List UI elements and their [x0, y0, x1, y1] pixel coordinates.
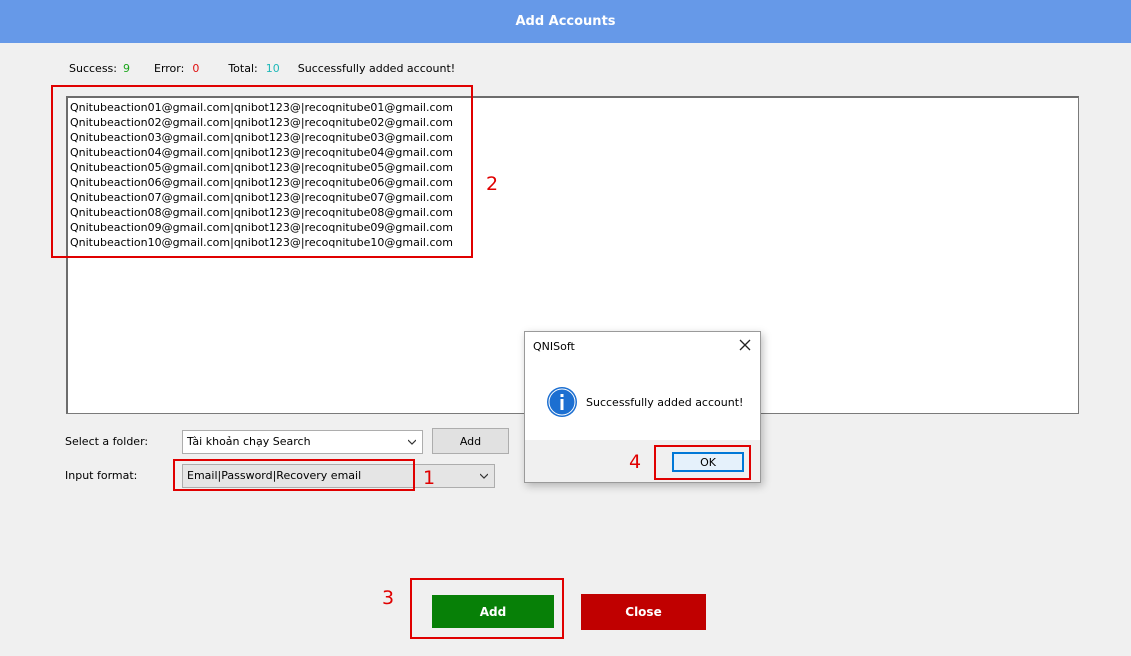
chevron-down-icon	[408, 439, 416, 445]
success-count: 9	[123, 62, 130, 75]
annotation-box-3	[410, 578, 564, 639]
format-label: Input format:	[65, 469, 138, 482]
total-label: Total:	[228, 62, 258, 75]
window-title: Add Accounts	[515, 14, 616, 29]
annotation-box-2	[51, 85, 473, 258]
annotation-box-1	[173, 459, 415, 491]
success-label: Success:	[69, 62, 117, 75]
chevron-down-icon	[480, 473, 488, 479]
annotation-number-2: 2	[486, 173, 499, 195]
total-count: 10	[265, 62, 280, 75]
folder-select[interactable]: Tài khoản chạy Search	[182, 430, 423, 454]
error-label: Error:	[154, 62, 185, 75]
dialog-message: Successfully added account!	[586, 396, 744, 409]
annotation-number-1: 1	[423, 467, 436, 489]
folder-select-value: Tài khoản chạy Search	[187, 435, 311, 448]
status-message: Successfully added account!	[297, 62, 456, 75]
add-folder-button[interactable]: Add	[432, 428, 509, 454]
error-count: 0	[192, 62, 200, 75]
close-icon[interactable]	[738, 338, 752, 352]
dialog-title: QNISoft	[533, 340, 575, 353]
annotation-number-4: 4	[629, 451, 642, 473]
add-folder-button-label: Add	[459, 434, 482, 448]
close-button[interactable]: Close	[581, 594, 706, 630]
folder-label: Select a folder:	[65, 435, 149, 448]
close-button-label: Close	[625, 605, 662, 619]
window-title-bar: Add Accounts	[0, 0, 1131, 43]
annotation-box-4	[654, 445, 751, 480]
info-icon	[547, 387, 577, 417]
annotation-number-3: 3	[382, 587, 395, 609]
stats-bar: Success: 9 Error: 0 Total: 10 Successful…	[69, 62, 455, 75]
